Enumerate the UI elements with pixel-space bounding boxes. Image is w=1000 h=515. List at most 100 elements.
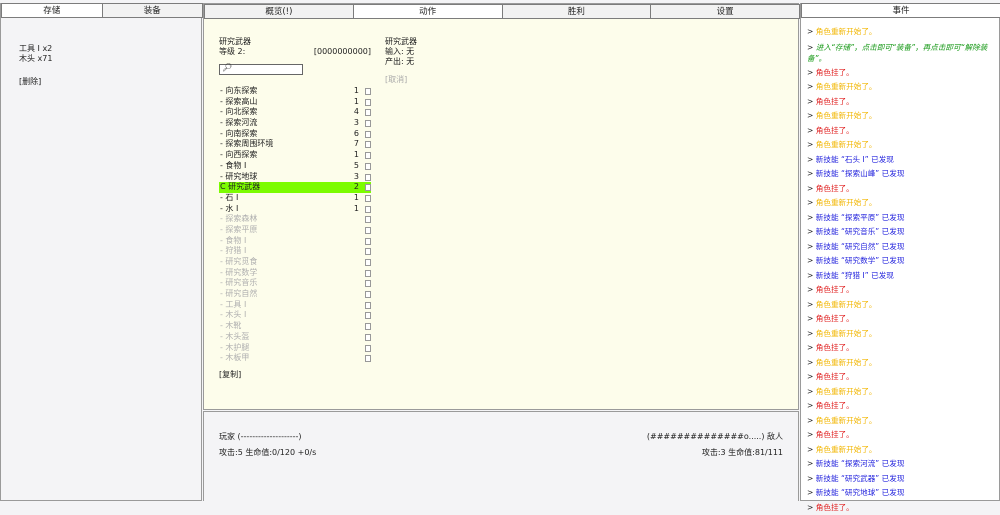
action-count: 5	[354, 161, 359, 172]
action-row[interactable]: - 探索高山1	[219, 97, 371, 108]
action-row[interactable]: - 木板甲	[219, 353, 371, 364]
action-row[interactable]: - 研究音乐	[219, 278, 371, 289]
action-row[interactable]: - 水 I1	[219, 204, 371, 215]
action-name: - 向西探索	[220, 150, 257, 161]
action-row[interactable]: - 探索周围环境7	[219, 139, 371, 150]
action-row[interactable]: - 木头盔	[219, 332, 371, 343]
document-icon[interactable]	[365, 109, 371, 116]
action-row[interactable]: C 研究武器2	[219, 182, 371, 193]
event-bullet: >	[807, 213, 816, 222]
inventory-item[interactable]: 工具 I x2	[19, 44, 201, 54]
action-row[interactable]: - 向东探索1	[219, 86, 371, 97]
event-entry: > 角色重新开始了。	[807, 80, 999, 95]
event-bullet: >	[807, 271, 816, 280]
action-row[interactable]: - 研究觅食	[219, 257, 371, 268]
document-icon[interactable]	[365, 216, 371, 223]
event-text: 角色重新开始了。	[816, 198, 877, 207]
event-entry: > 角色重新开始了。	[807, 443, 999, 458]
event-text: 角色挂了。	[816, 401, 854, 410]
event-entry: > 新技能 “探索山峰” 已发现	[807, 167, 999, 182]
document-icon[interactable]	[365, 184, 371, 191]
level-progress: [0000000000]	[314, 47, 371, 57]
document-icon[interactable]	[365, 345, 371, 352]
event-text: 新技能 “探索平原” 已发现	[816, 213, 905, 222]
inventory-item[interactable]: 木头 x71	[19, 54, 201, 64]
action-row[interactable]: - 工具 I	[219, 300, 371, 311]
document-icon[interactable]	[365, 291, 371, 298]
document-icon[interactable]	[365, 270, 371, 277]
action-row[interactable]: - 探索森林	[219, 214, 371, 225]
action-row[interactable]: - 研究自然	[219, 289, 371, 300]
player-status: 玩家 (--------------------)	[219, 429, 316, 445]
search-input[interactable]: 🔎︎	[219, 64, 303, 75]
magnifier-icon: 🔎︎	[222, 63, 232, 72]
event-entry: > 新技能 “狩猎 I” 已发现	[807, 269, 999, 284]
action-row[interactable]: - 向北探索4	[219, 107, 371, 118]
tab-settings[interactable]: 设置	[650, 4, 800, 19]
document-icon[interactable]	[365, 312, 371, 319]
cancel-button[interactable]: [取消]	[385, 75, 417, 85]
event-entry: > 角色挂了。	[807, 95, 999, 110]
document-icon[interactable]	[365, 163, 371, 170]
action-row[interactable]: - 研究数学	[219, 268, 371, 279]
tab-events[interactable]: 事件	[801, 3, 1000, 18]
action-row[interactable]: - 食物 I5	[219, 161, 371, 172]
event-entry: > 角色重新开始了。	[807, 109, 999, 124]
detail-input: 输入: 无	[385, 47, 417, 57]
document-icon[interactable]	[365, 174, 371, 181]
action-name: - 探索平原	[220, 225, 257, 236]
event-text: 新技能 “探索山峰” 已发现	[816, 169, 905, 178]
action-row[interactable]: - 木护腿	[219, 343, 371, 354]
document-icon[interactable]	[365, 334, 371, 341]
event-entry: > 角色重新开始了。	[807, 138, 999, 153]
action-row[interactable]: - 研究地球3	[219, 172, 371, 183]
event-entry: > 角色挂了。	[807, 312, 999, 327]
document-icon[interactable]	[365, 152, 371, 159]
copy-button[interactable]: [复制]	[219, 369, 241, 380]
action-row[interactable]: - 向西探索 1	[219, 150, 371, 161]
event-bullet: >	[807, 503, 816, 512]
action-row[interactable]: - 狩猎 I	[219, 246, 371, 257]
action-row[interactable]: - 木靴	[219, 321, 371, 332]
document-icon[interactable]	[365, 131, 371, 138]
document-icon[interactable]	[365, 195, 371, 202]
event-text: 角色重新开始了。	[816, 416, 877, 425]
action-name: - 探索森林	[220, 214, 257, 225]
event-bullet: >	[807, 300, 816, 309]
tab-victory[interactable]: 胜利	[502, 4, 652, 19]
action-row[interactable]: - 向南探索6	[219, 129, 371, 140]
document-icon[interactable]	[365, 120, 371, 127]
tab-storage[interactable]: 存储	[1, 3, 103, 18]
document-icon[interactable]	[365, 248, 371, 255]
event-entry: > 角色重新开始了。	[807, 25, 999, 40]
enemy-status: (##############o.....) 敌人	[647, 429, 783, 445]
document-icon[interactable]	[365, 323, 371, 330]
document-icon[interactable]	[365, 280, 371, 287]
delete-button[interactable]: [删除]	[19, 77, 41, 87]
action-row[interactable]: - 探索河流3	[219, 118, 371, 129]
document-icon[interactable]	[365, 227, 371, 234]
document-icon[interactable]	[365, 302, 371, 309]
action-count: 1	[354, 150, 359, 161]
document-icon[interactable]	[365, 355, 371, 362]
action-row[interactable]: - 探索平原	[219, 225, 371, 236]
event-bullet: >	[807, 43, 816, 52]
action-name: - 探索周围环境	[220, 139, 273, 150]
action-row[interactable]: - 石 I1	[219, 193, 371, 204]
document-icon[interactable]	[365, 259, 371, 266]
document-icon[interactable]	[365, 88, 371, 95]
tab-overview[interactable]: 概览(!)	[204, 4, 354, 19]
document-icon[interactable]	[365, 141, 371, 148]
document-icon[interactable]	[365, 206, 371, 213]
selected-action-header: 研究武器 等级 2: [0000000000]	[219, 37, 371, 57]
tab-actions[interactable]: 动作	[353, 4, 503, 19]
tab-equipment[interactable]: 装备	[102, 3, 204, 18]
document-icon[interactable]	[365, 238, 371, 245]
selected-action-title: 研究武器	[219, 37, 371, 47]
document-icon[interactable]	[365, 99, 371, 106]
action-row[interactable]: - 木头 I	[219, 310, 371, 321]
action-name: - 探索高山	[220, 97, 257, 108]
event-text: 角色重新开始了。	[816, 27, 877, 36]
action-name: - 木头盔	[220, 332, 249, 343]
action-row[interactable]: - 食物 I	[219, 236, 371, 247]
